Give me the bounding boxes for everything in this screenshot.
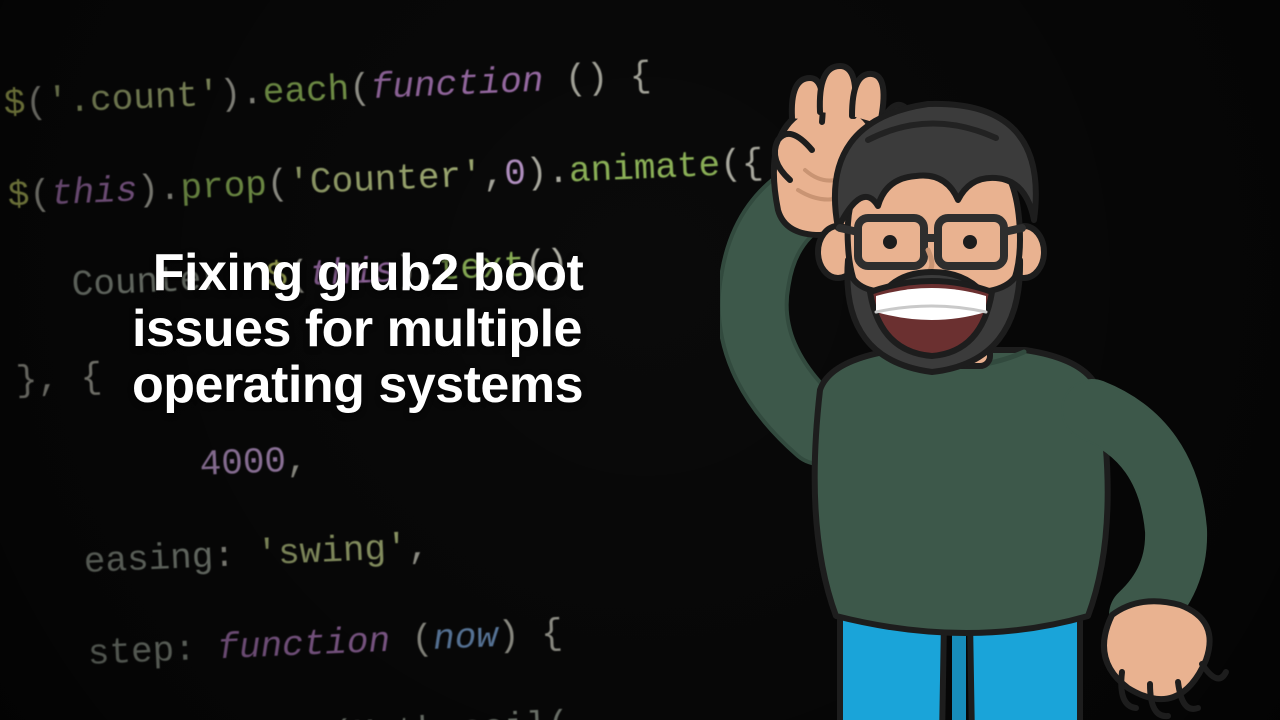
t: () { <box>543 56 653 102</box>
t: animate <box>568 145 721 193</box>
t: ( <box>25 82 48 124</box>
t: $ <box>3 83 26 125</box>
t: ( <box>348 68 371 110</box>
t: }, { <box>15 357 103 402</box>
t: , <box>285 440 308 482</box>
t: ( <box>389 619 434 662</box>
t: 0 <box>503 154 526 196</box>
t: '.count' <box>46 75 220 123</box>
t: ). <box>219 73 264 116</box>
t: step: <box>87 628 218 675</box>
t: , <box>482 155 505 197</box>
t: ({ <box>719 143 764 186</box>
t: : <box>212 534 257 577</box>
t: this <box>50 171 138 216</box>
t: ). <box>136 169 181 212</box>
t: now <box>432 616 499 660</box>
t: easing <box>83 536 214 583</box>
t: , <box>407 527 430 569</box>
t: function <box>370 61 544 109</box>
title-overlay: Fixing grub2 boot issues for multiple op… <box>132 245 692 413</box>
t: 'Counter' <box>288 156 484 205</box>
t: function <box>216 621 390 669</box>
t: ( <box>266 164 289 206</box>
t: 'swing' <box>256 528 409 576</box>
stage: ne Text File e.html 3 4 5 6 7 8 $('.coun… <box>0 0 1280 720</box>
title-line: operating systems <box>132 356 583 414</box>
t: $ <box>7 175 30 217</box>
t: 4000 <box>199 441 287 486</box>
t: ( <box>29 174 52 216</box>
title-line: Fixing grub2 boot <box>153 244 584 302</box>
t: prop <box>180 165 268 210</box>
t: each <box>262 69 350 114</box>
t: (Math.ceil( <box>331 705 570 720</box>
title-line: issues for multiple <box>132 300 582 358</box>
t: ) { <box>497 613 564 657</box>
t: ). <box>525 152 570 195</box>
